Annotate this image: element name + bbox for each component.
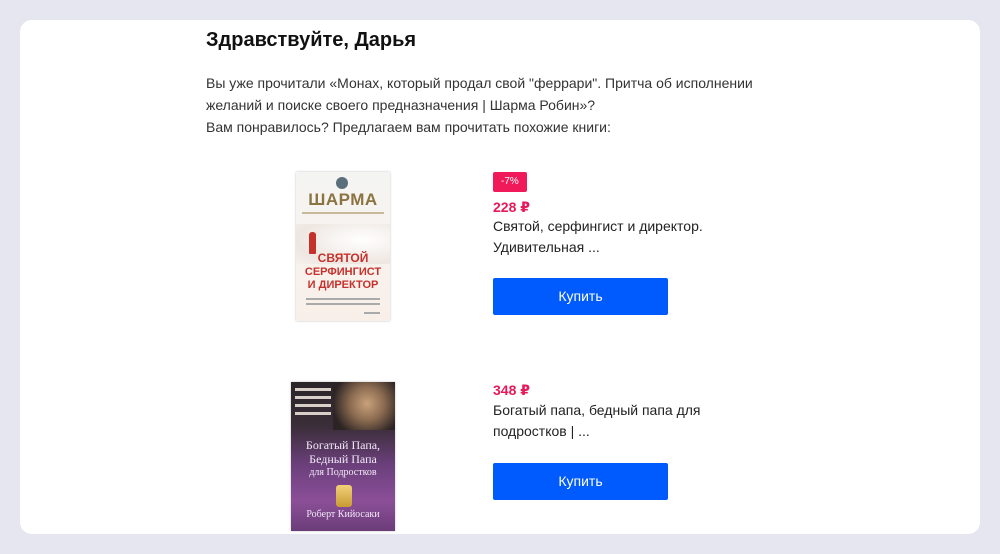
cover-fine-print	[295, 388, 331, 391]
intro-line: Вы уже прочитали «Монах, который продал …	[206, 75, 753, 91]
cover-author: ШАРМА	[308, 190, 378, 209]
cover-title-line: для Подростков	[309, 467, 377, 478]
cover-fine-print	[295, 396, 331, 399]
discount-badge: -7%	[493, 172, 527, 192]
product-title[interactable]: Святой, серфингист и директор. Удивитель…	[493, 216, 733, 258]
cover-author: Роберт Кийосаки	[306, 509, 380, 520]
buy-button[interactable]: Купить	[493, 463, 668, 500]
product-title-line: Богатый папа, бедный папа для	[493, 402, 701, 418]
product-price: 228 ₽	[493, 199, 530, 215]
product-card: ШАРМА СВЯТОЙ СЕРФИНГИСТ И ДИРЕКТОР -7% 2…	[206, 172, 786, 322]
publisher-logo-icon	[336, 177, 348, 189]
product-title[interactable]: Богатый папа, бедный папа для подростков…	[493, 400, 733, 442]
cover-title-line: СВЯТОЙ	[317, 251, 369, 265]
cover-author-photo	[333, 382, 395, 430]
product-title-line: подростков | ...	[493, 423, 590, 439]
cover-fine-print	[295, 412, 331, 415]
cover-divider	[302, 212, 384, 214]
intro-line: желаний и поиске своего предназначения |…	[206, 97, 596, 113]
greeting-heading: Здравствуйте, Дарья	[206, 29, 417, 51]
cover-fine-print	[295, 404, 331, 407]
product-card: Богатый Папа, Бедный Папа для Подростков…	[206, 362, 786, 531]
cover-fine-print	[306, 298, 380, 300]
cover-gold-icon	[336, 485, 352, 507]
cover-fine-print	[306, 303, 380, 305]
intro-line: Вам понравилось? Предлагаем вам прочитат…	[206, 119, 611, 135]
cover-fine-print	[364, 312, 380, 314]
buy-button[interactable]: Купить	[493, 278, 668, 315]
intro-text: Вы уже прочитали «Монах, который продал …	[206, 72, 766, 138]
product-price: 348 ₽	[493, 382, 530, 398]
cover-title-line: Бедный Папа	[309, 452, 377, 466]
cover-title-line: СЕРФИНГИСТ	[304, 266, 382, 278]
product-title-line: Удивительная ...	[493, 239, 600, 255]
product-title-line: Святой, серфингист и директор.	[493, 218, 703, 234]
email-card: Здравствуйте, Дарья Вы уже прочитали «Мо…	[20, 20, 980, 534]
cover-figure	[309, 232, 316, 254]
book-cover-image[interactable]: Богатый Папа, Бедный Папа для Подростков…	[291, 382, 395, 531]
cover-title-line: И ДИРЕКТОР	[307, 279, 379, 291]
cover-title-line: Богатый Папа,	[305, 438, 381, 452]
book-cover-image[interactable]: ШАРМА СВЯТОЙ СЕРФИНГИСТ И ДИРЕКТОР	[296, 172, 390, 321]
